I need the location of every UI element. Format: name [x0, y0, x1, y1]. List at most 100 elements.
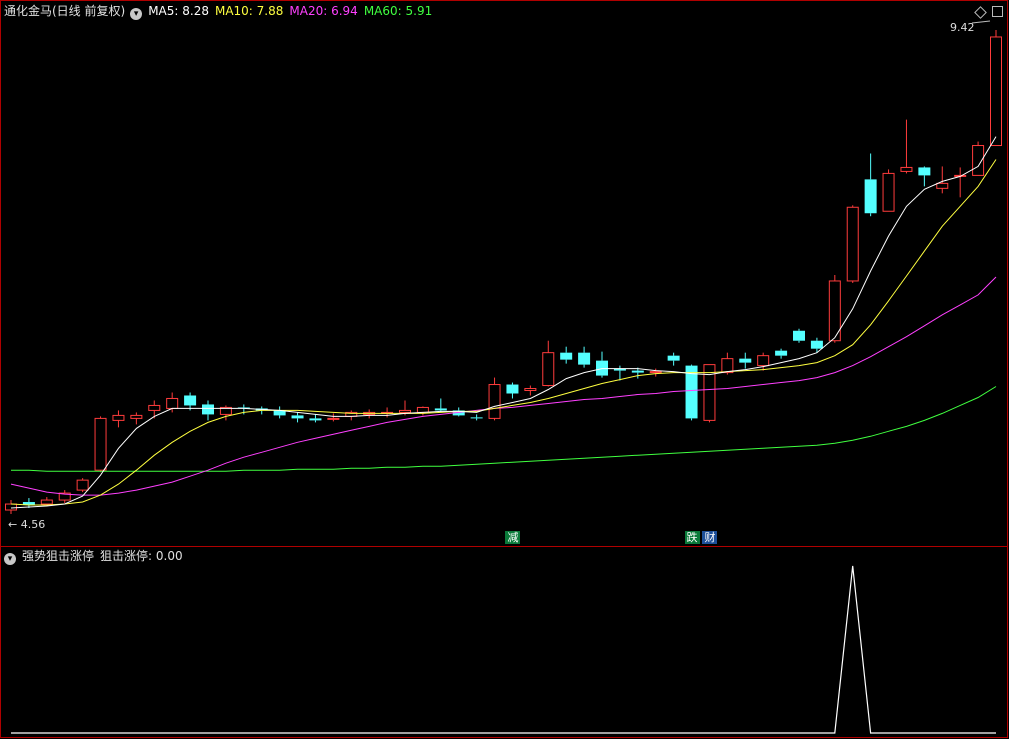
candle-body-down	[810, 340, 823, 349]
candle-body-down	[202, 404, 214, 415]
chevron-down-icon[interactable]: ▾	[4, 553, 16, 565]
candle-body-up	[148, 404, 161, 411]
candle-body-down	[739, 358, 752, 363]
candle	[345, 410, 358, 421]
candle-body-up	[990, 36, 1002, 147]
candle-body-down	[918, 167, 931, 176]
candle	[793, 328, 805, 343]
candle	[291, 412, 304, 423]
candle-body-up	[327, 417, 340, 420]
candle	[810, 337, 823, 353]
candle	[488, 377, 501, 421]
ma-legend: MA5: 8.28 MA10: 7.88 MA20: 6.94 MA60: 5.91	[148, 4, 438, 18]
candle	[882, 169, 895, 212]
main-kline-panel[interactable]	[5, 20, 1002, 514]
candle	[739, 352, 752, 369]
candle-body-up	[524, 388, 537, 392]
stock-title[interactable]: 通化金马(日线 前复权)	[4, 4, 125, 18]
candle-body-up	[94, 417, 107, 471]
candle	[5, 500, 17, 514]
high-price-label: 9.42	[950, 21, 975, 34]
candle	[112, 410, 125, 428]
candle-body-down	[578, 352, 591, 365]
candle-body-up	[900, 166, 913, 172]
event-tag[interactable]: 财	[702, 531, 718, 544]
candle	[775, 348, 788, 359]
candle-body-down	[309, 418, 322, 421]
ma-legend-item: MA10: 7.88	[214, 4, 284, 18]
candle-body-down	[506, 384, 519, 394]
candle-body-up	[166, 397, 179, 409]
low-price-label: ← 4.56	[8, 518, 46, 531]
ma-legend-item: MA20: 6.94	[289, 4, 358, 18]
candle-body-down	[184, 395, 197, 406]
candle-body-down	[667, 355, 680, 361]
candle	[76, 478, 89, 493]
ma-legend-item: MA5: 8.28	[148, 4, 209, 18]
candle-body-down	[291, 415, 304, 419]
candle-body-down	[434, 408, 447, 411]
event-tag[interactable]: 减	[505, 531, 521, 544]
candle	[94, 416, 107, 473]
sub-header: ▾ 强势狙击涨停 狙击涨停: 0.00	[3, 549, 189, 565]
candle	[954, 167, 967, 198]
candle-body-up	[112, 414, 125, 421]
candle	[148, 400, 161, 419]
candle	[972, 141, 985, 176]
ma-legend-item: MA60: 5.91	[363, 4, 433, 18]
candle	[184, 392, 197, 411]
main-header: 通化金马(日线 前复权) ▾ MA5: 8.28 MA10: 7.88 MA20: 6.…	[4, 4, 444, 20]
candle-body-up	[130, 414, 143, 419]
candle-body-up	[649, 371, 662, 374]
event-tag[interactable]: 跌	[684, 531, 700, 544]
candle	[58, 490, 71, 504]
candle-body-up	[721, 358, 734, 374]
candle-body-up	[936, 182, 949, 189]
candle	[918, 166, 931, 187]
candle	[130, 412, 143, 425]
chevron-down-icon[interactable]: ▾	[130, 8, 143, 20]
candle-body-down	[775, 350, 788, 356]
high-pointer	[971, 20, 991, 24]
candle	[596, 351, 608, 378]
low-price-value: 4.56	[20, 518, 46, 531]
candle-body-up	[40, 499, 53, 505]
candle	[542, 340, 555, 387]
indicator-title[interactable]: 强势狙击涨停	[22, 549, 94, 563]
indicator-value: 狙击涨停: 0.00	[100, 549, 183, 563]
candle-body-down	[631, 370, 644, 373]
candle-body-down	[864, 179, 877, 214]
candle-body-up	[488, 384, 501, 419]
candle-body-down	[560, 352, 573, 360]
candle	[990, 30, 1002, 147]
candle	[703, 364, 716, 423]
candle	[327, 413, 340, 422]
candle-body-up	[399, 409, 411, 413]
candle	[757, 352, 770, 371]
candle	[578, 346, 591, 368]
signal-line	[11, 565, 996, 734]
candle	[202, 400, 214, 421]
candle-body-up	[416, 406, 429, 413]
candle	[381, 407, 394, 418]
maximize-icon[interactable]	[992, 6, 1003, 17]
candle	[166, 392, 179, 413]
candle-body-down	[793, 330, 805, 341]
candle	[864, 153, 877, 217]
candle	[363, 409, 376, 419]
candle-body-down	[470, 417, 483, 419]
candle-body-up	[5, 503, 17, 511]
candle-body-up	[846, 206, 859, 282]
candle	[900, 119, 913, 174]
indicator-panel[interactable]	[11, 565, 996, 734]
candle	[560, 346, 573, 364]
candle	[828, 274, 841, 343]
candle	[506, 382, 519, 399]
candle	[309, 414, 322, 423]
candle	[470, 414, 483, 421]
candle-body-up	[757, 355, 770, 367]
candle	[524, 385, 537, 396]
chart-frame	[0, 0, 1008, 738]
candle-body-up	[542, 352, 555, 387]
candle	[416, 406, 429, 416]
